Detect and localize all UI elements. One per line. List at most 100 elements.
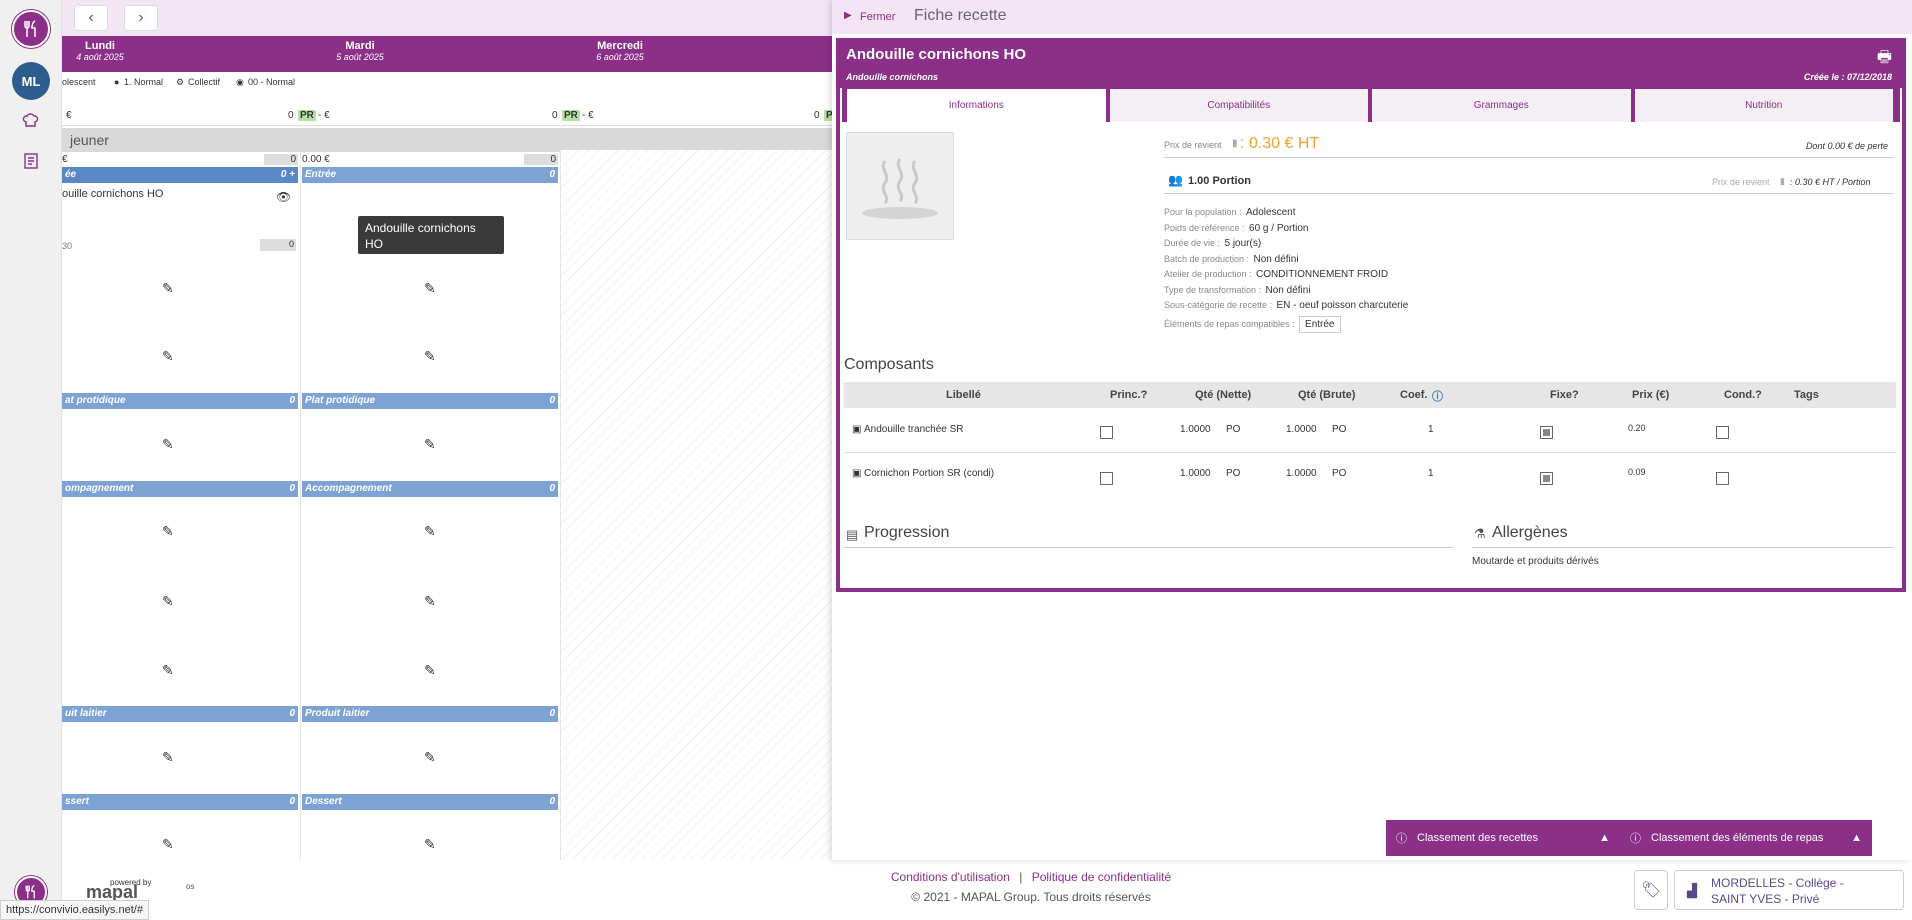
category-label: at protidique (65, 395, 126, 406)
recipe-tabs: Informations Compatibilités Grammages Nu… (842, 88, 1900, 122)
compat-chip[interactable]: Entrée (1299, 315, 1341, 333)
prev-week-button[interactable]: ‹ (74, 5, 108, 31)
components-title: Composants (844, 356, 934, 373)
legend-texture-icon: ● (114, 77, 120, 87)
category-bar-dessert: Dessert 0 (302, 794, 558, 810)
edit-pencil-icon[interactable]: ✎ (424, 280, 436, 297)
edit-pencil-icon[interactable]: ✎ (162, 280, 174, 297)
footer-separator: | (1019, 870, 1023, 884)
tab-nutrition[interactable]: Nutrition (1633, 88, 1894, 122)
recipe-list-icon[interactable] (20, 150, 42, 172)
qty-net: 1.0000 (1180, 468, 1211, 479)
class-elements-bar[interactable]: ⓘ Classement des éléments de repas ▲ (1620, 820, 1872, 856)
tab-informations[interactable]: Informations (846, 88, 1107, 122)
edit-pencil-icon[interactable]: ✎ (424, 662, 436, 679)
edit-pencil-icon[interactable]: ✎ (424, 749, 436, 766)
info-item: Durée de vie : 5 jour(s) (1164, 233, 1764, 249)
cond-checkbox[interactable] (1716, 472, 1729, 485)
privacy-link[interactable]: Politique de confidentialité (1032, 870, 1171, 884)
legend-service: Collectif (188, 77, 221, 87)
info-label: Type de transformation : (1164, 284, 1262, 295)
qty-net-unit: PO (1226, 424, 1241, 435)
dish-card[interactable]: ouille cornichons HO 👁 30 0 (62, 186, 298, 251)
category-count: 0 (549, 796, 555, 807)
category-bar-side: Accompagnement 0 (302, 481, 558, 497)
edit-pencil-icon[interactable]: ✎ (424, 836, 436, 853)
tab-grammages[interactable]: Grammages (1371, 88, 1632, 122)
dish-tooltip: Andouille cornichons HO PR: 0.30€ (358, 216, 504, 267)
edit-pencil-icon[interactable]: ✎ (424, 436, 436, 453)
edit-pencil-icon[interactable]: ✎ (162, 436, 174, 453)
edit-pencil-icon[interactable]: ✎ (162, 348, 174, 365)
day-header-monday[interactable]: Lundi 4 août 2025 (62, 40, 230, 62)
info-icon[interactable]: ⓘ (1432, 388, 1443, 404)
avatar[interactable]: ML (12, 62, 50, 100)
day-date: 5 août 2025 (336, 52, 384, 62)
chef-hat-icon[interactable] (20, 110, 42, 132)
edit-pencil-icon[interactable]: ✎ (162, 593, 174, 610)
cost-unit: € HT (1284, 135, 1320, 152)
edit-pencil-icon[interactable]: ✎ (162, 749, 174, 766)
coef: 1 (1428, 424, 1434, 435)
edit-pencil-icon[interactable]: ✎ (162, 523, 174, 540)
cost-value: : 0.30 € HT (1240, 135, 1320, 152)
class-recipes-bar[interactable]: ⓘ Classement des recettes ▲ (1386, 820, 1620, 856)
component-price: 0.09 (1628, 467, 1646, 477)
print-icon[interactable]: 🖶 (1877, 46, 1892, 73)
edit-pencil-icon[interactable]: ✎ (162, 836, 174, 853)
component-name[interactable]: Andouille tranchée SR (864, 424, 964, 435)
principal-checkbox[interactable] (1100, 426, 1113, 439)
cond-checkbox[interactable] (1716, 426, 1729, 439)
info-item: Batch de production : Non défini (1164, 249, 1764, 265)
fork-knife-icon[interactable] (12, 10, 50, 48)
flask-icon: ⚗ (1474, 526, 1486, 541)
fixed-checkbox[interactable] (1540, 426, 1553, 439)
allergens-list: Moutarde et produits dérivés (1472, 556, 1599, 567)
col-header: Qté (Brute) (1298, 389, 1356, 401)
recipe-sheet: Andouille cornichons HO Andouille cornic… (836, 38, 1906, 592)
component-type-icon: ▣ (852, 424, 862, 435)
category-count: 0 (549, 395, 555, 406)
info-label: Batch de production : (1164, 253, 1250, 264)
footer-links: Conditions d'utilisation | Politique de … (866, 870, 1196, 884)
info-item: Pour la population : Adolescent (1164, 202, 1764, 218)
recipe-panel: ▶ Fermer Fiche recette Andouille cornich… (832, 0, 1912, 860)
category-bar-main: Plat protidique 0 (302, 393, 558, 409)
edit-pencil-icon[interactable]: ✎ (424, 523, 436, 540)
tab-compatibilites[interactable]: Compatibilités (1108, 88, 1369, 122)
subtotal-value: 0 (524, 154, 558, 165)
day-header-wednesday[interactable]: Mercredi 6 août 2025 (490, 40, 750, 62)
info-value: CONDITIONNEMENT FROID (1256, 269, 1389, 280)
caret-right-icon: ▶ (844, 10, 852, 21)
category-label: uit laitier (65, 708, 107, 719)
component-name[interactable]: Cornichon Portion SR (condi) (864, 468, 994, 479)
add-icon[interactable]: + (289, 169, 295, 180)
category-count: 0 (549, 708, 555, 719)
terms-link[interactable]: Conditions d'utilisation (891, 870, 1010, 884)
day-header-tuesday[interactable]: Mardi 5 août 2025 (230, 40, 490, 62)
principal-checkbox[interactable] (1100, 472, 1113, 485)
eye-icon[interactable]: 👁 (276, 190, 291, 204)
table-row: ▣ Andouille tranchée SR 1.0000 PO 1.0000… (844, 408, 1896, 452)
info-icon: ⓘ (1396, 833, 1407, 845)
tooltip-price: PR: 0.30€ (365, 253, 419, 267)
dish-steam-icon (862, 158, 938, 219)
subtotal-row: € 0 (62, 154, 302, 166)
qty-gross-unit: PO (1332, 468, 1347, 479)
info-value: EN - oeuf poisson charcuterie (1276, 300, 1409, 311)
col-header: Libellé (946, 389, 981, 401)
price-value: 0 (288, 110, 294, 121)
fixed-checkbox[interactable] (1540, 472, 1553, 485)
edit-pencil-icon[interactable]: ✎ (162, 662, 174, 679)
food-tag-button[interactable]: 🏷 (1634, 870, 1668, 910)
col-header: Prix (€) (1632, 389, 1670, 401)
next-week-button[interactable]: › (124, 5, 158, 31)
site-selector[interactable]: ▟ MORDELLES - Collège - SAINT YVES - Pri… (1674, 870, 1904, 910)
close-link[interactable]: Fermer (860, 11, 895, 23)
caret-up-icon: ▲ (1599, 832, 1610, 844)
qty-gross: 1.0000 (1286, 424, 1317, 435)
coef: 1 (1428, 468, 1434, 479)
cost-label: Prix de revient (1164, 140, 1222, 150)
edit-pencil-icon[interactable]: ✎ (424, 348, 436, 365)
edit-pencil-icon[interactable]: ✎ (424, 593, 436, 610)
